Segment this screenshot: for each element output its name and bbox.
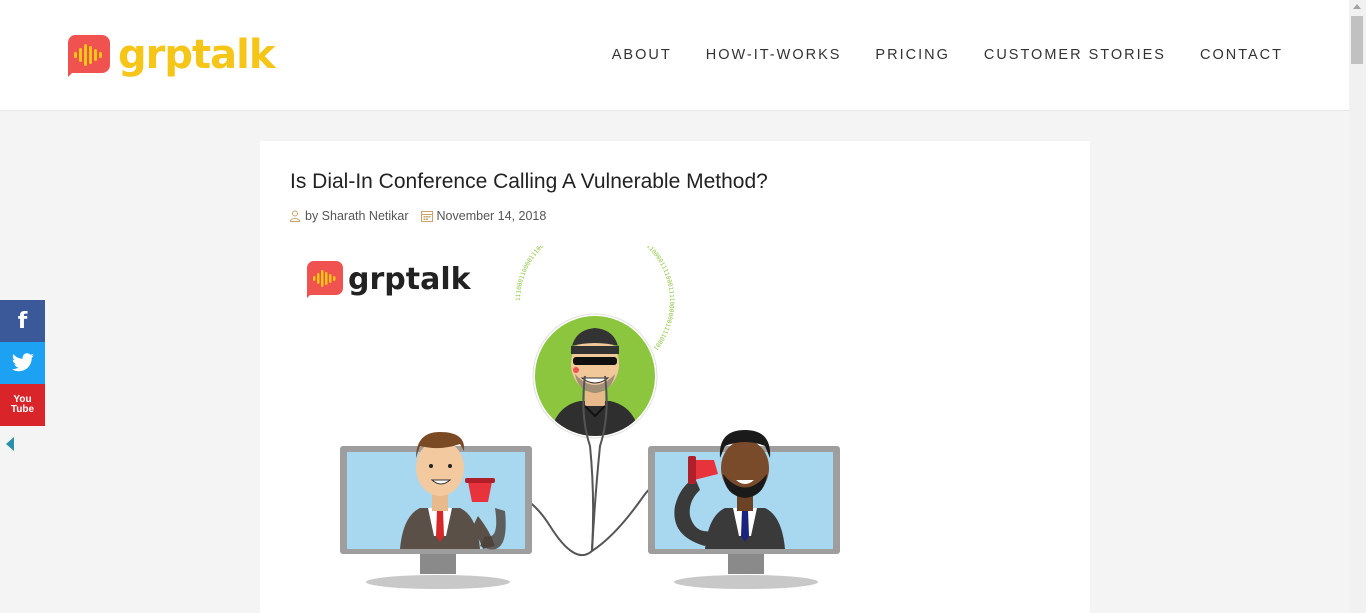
- youtube-share-button[interactable]: You Tube: [0, 384, 45, 426]
- grptalk-logo-icon: [67, 35, 110, 77]
- main-nav: ABOUT HOW-IT-WORKS PRICING CUSTOMER STOR…: [578, 44, 1283, 66]
- right-monitor: [648, 430, 840, 589]
- calendar-icon: [420, 211, 433, 222]
- post-date-text: November 14, 2018: [436, 209, 547, 223]
- nav-how-it-works[interactable]: HOW-IT-WORKS: [706, 44, 842, 66]
- nav-customer-stories[interactable]: CUSTOMER STORIES: [984, 44, 1166, 66]
- nav-about[interactable]: ABOUT: [612, 44, 672, 66]
- facebook-share-button[interactable]: f: [0, 300, 45, 342]
- nav-contact[interactable]: CONTACT: [1200, 44, 1283, 66]
- facebook-icon: f: [17, 308, 28, 334]
- user-icon: [289, 210, 301, 222]
- hacker-illustration: 1110001100001110000101111100000111100011…: [515, 246, 675, 452]
- nav-pricing[interactable]: PRICING: [875, 44, 949, 66]
- site-logo[interactable]: grptalk: [64, 30, 275, 80]
- youtube-icon: You Tube: [11, 395, 34, 415]
- featured-logo-text: grptalk: [348, 262, 472, 297]
- post-date: November 14, 2018: [420, 209, 547, 223]
- logo-text: grptalk: [118, 32, 275, 78]
- twitter-share-button[interactable]: [0, 342, 45, 384]
- collapse-arrow-icon[interactable]: [6, 437, 14, 451]
- page-scrollbar[interactable]: [1349, 0, 1366, 613]
- post-card: Is Dial-In Conference Calling A Vulnerab…: [260, 141, 1090, 613]
- featured-image: grptalk 11100011000011100001011111000001…: [306, 246, 840, 589]
- post-meta: by Sharath Netikar November 14, 2018: [289, 209, 546, 223]
- site-header: grptalk ABOUT HOW-IT-WORKS PRICING CUSTO…: [0, 0, 1349, 111]
- youtube-label-bottom: Tube: [10, 404, 35, 415]
- twitter-icon: [11, 353, 34, 372]
- featured-logo: grptalk: [306, 261, 472, 298]
- post-title: Is Dial-In Conference Calling A Vulnerab…: [290, 170, 768, 193]
- left-monitor: [340, 432, 532, 589]
- post-author-link[interactable]: by Sharath Netikar: [305, 209, 409, 223]
- scroll-thumb[interactable]: [1351, 16, 1363, 64]
- scroll-up-arrow-icon[interactable]: [1353, 4, 1361, 9]
- social-share-bar: f You Tube: [0, 300, 45, 426]
